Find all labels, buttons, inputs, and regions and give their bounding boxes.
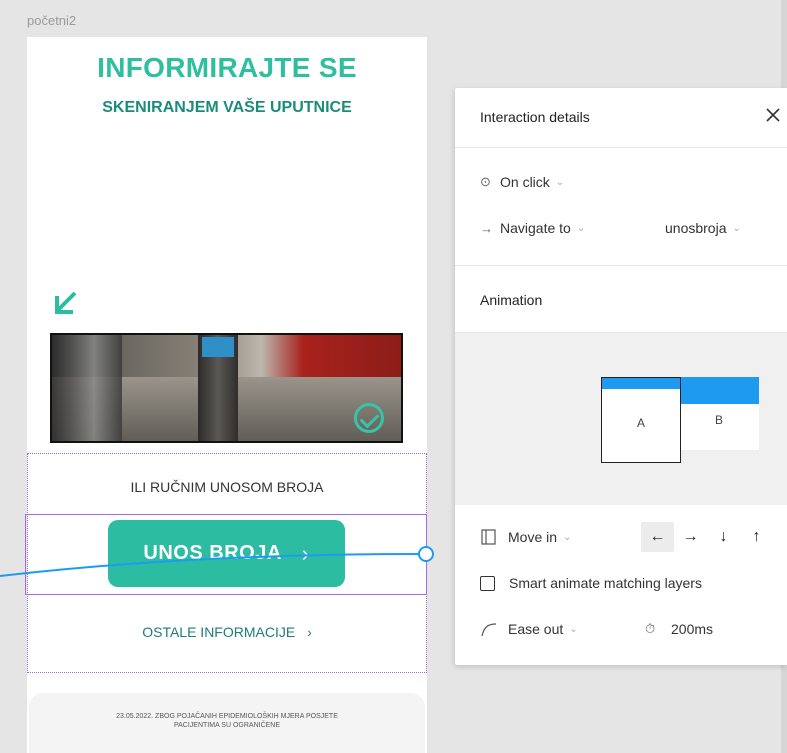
chevron-down-icon: ⌄ [732,222,741,234]
interaction-details-panel: Interaction details ⊙ On click ⌄ → Navig… [455,88,787,665]
ostale-informacije-label: OSTALE INFORMACIJE [142,624,296,640]
move-in-icon [481,529,496,545]
camera-preview[interactable] [50,333,403,443]
chevron-right-icon: › [307,624,312,640]
camera-sign [202,337,234,357]
animation-preview: B A [455,333,787,505]
check-circle-icon [354,403,384,433]
manual-entry-label: ILI RUČNIM UNOSOM BROJA [130,479,324,495]
timer-icon: ⏱ [645,621,656,636]
frame-label[interactable]: početni2 [27,13,76,28]
preview-card-a-bar [602,378,680,389]
divider [455,265,787,266]
direction-buttons: ← → ↓ ↑ [641,522,773,552]
trigger-label: On click [500,174,550,190]
panel-header: Interaction details [455,88,787,148]
transition-select[interactable]: Move in ⌄ [480,529,571,545]
preview-card-b: B [679,377,759,450]
click-trigger-icon: ⊙ [480,174,491,189]
animation-title: Animation [480,292,543,308]
destination-select[interactable]: unosbroja ⌄ [665,220,741,236]
preview-card-a-label: A [636,416,645,430]
chevron-down-icon: ⌄ [576,222,586,234]
easing-select[interactable]: Ease out ⌄ [480,621,578,637]
ostale-informacije-link[interactable]: OSTALE INFORMACIJE › [27,624,427,640]
easing-curve-icon [481,623,497,637]
chevron-down-icon: ⌄ [563,531,572,543]
smart-animate-option[interactable]: Smart animate matching layers [480,575,702,591]
preview-card-b-bar [679,377,759,404]
hero-subtitle: SKENIRANJEM VAŠE UPUTNICE [102,99,352,116]
duration-field[interactable]: ⏱ 200ms [645,621,713,637]
notice-line-2: PACIJENTIMA SU OGRANIČENE [173,722,281,730]
trigger-select[interactable]: ⊙ On click ⌄ [480,174,564,190]
arrow-right-icon: → [480,220,493,236]
chevron-down-icon: ⌄ [569,623,578,635]
direction-up-button[interactable]: ↑ [740,522,773,552]
smart-animate-checkbox[interactable] [480,575,495,591]
action-label: Navigate to [500,220,571,236]
phone-frame[interactable]: INFORMIRAJTE SE SKENIRANJEM VAŠE UPUTNIC… [25,37,427,753]
prototype-connector[interactable] [0,540,440,590]
close-icon[interactable] [764,106,782,124]
camera-glass [52,335,122,441]
notice-line-1: 23.05.2022. ZBOG POJAČANIH EPIDEMIOLOŠKI… [116,713,338,720]
action-select[interactable]: → Navigate to ⌄ [480,220,585,236]
preview-card-b-label: B [714,413,723,427]
arrow-down-left-icon [55,291,77,314]
easing-label: Ease out [508,621,564,637]
preview-card-a: A [601,377,681,463]
direction-right-button[interactable]: → [674,522,707,552]
chevron-down-icon: ⌄ [555,176,565,188]
panel-title: Interaction details [480,109,590,125]
destination-label: unosbroja [665,220,727,236]
direction-down-button[interactable]: ↓ [707,522,740,552]
smart-animate-label: Smart animate matching layers [509,575,702,591]
notice-banner: 23.05.2022. ZBOG POJAČANIH EPIDEMIOLOŠKI… [29,693,425,753]
duration-value: 200ms [671,621,714,637]
direction-left-button[interactable]: ← [641,522,674,552]
hero-title: INFORMIRAJTE SE [97,52,357,83]
transition-label: Move in [508,529,558,545]
